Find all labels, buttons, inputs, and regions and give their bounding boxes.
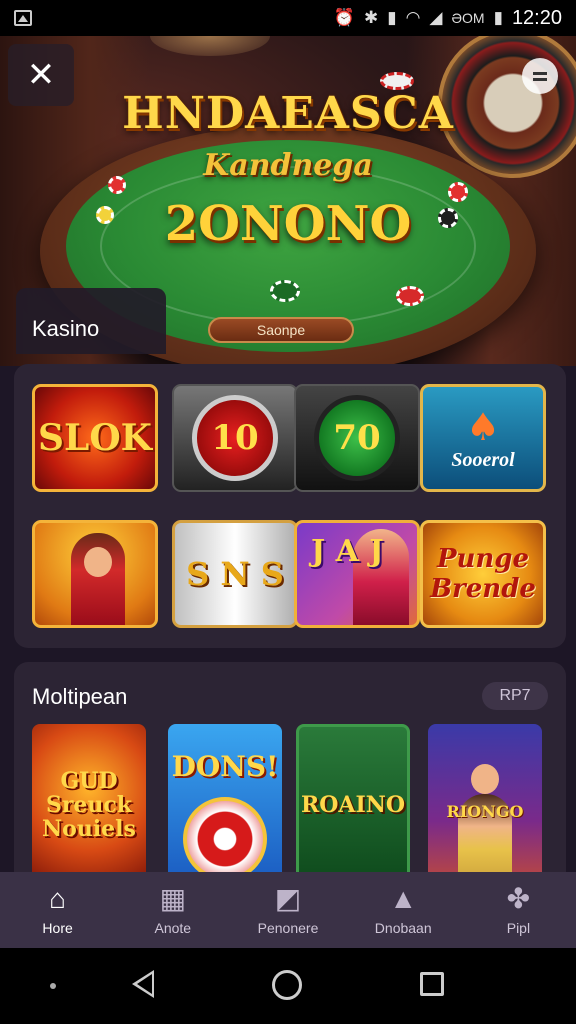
nav-label: Penonere xyxy=(257,920,319,936)
nav-item-anote[interactable]: ▦ Anote xyxy=(115,872,230,948)
cards-icon: ♠ xyxy=(465,404,501,449)
hostess-head xyxy=(84,547,112,577)
home-icon: ⌂ xyxy=(49,883,67,914)
multiplayer-section: Moltipean RP7 GUD Sreuck Nouiels DONS! R… xyxy=(14,662,566,886)
hostess-head xyxy=(471,764,499,794)
kasino-tab[interactable]: Kasino xyxy=(16,288,166,354)
people-icon: ✤ xyxy=(506,883,531,914)
game-tile-sns[interactable]: S N S xyxy=(172,520,298,628)
game-tile-slok[interactable]: SLOK xyxy=(32,384,158,492)
game-tile-label: 70 xyxy=(333,418,381,458)
game-tile-jaj[interactable]: J A J xyxy=(294,520,420,628)
bluetooth-icon: ✱ xyxy=(363,8,379,27)
nav-label: Pipl xyxy=(506,920,531,936)
menu-icon-bar xyxy=(533,77,547,81)
game-card-label: ROAINO xyxy=(300,792,406,818)
game-card-dons[interactable]: DONS! xyxy=(168,724,282,886)
nav-item-penonere[interactable]: ◩ Penonere xyxy=(230,872,345,948)
status-right: ⏰ ✱ ▮ ◠ ◢ ƏOM ▮ 12:20 xyxy=(334,7,562,30)
app-screen: ⏰ ✱ ▮ ◠ ◢ ƏOM ▮ 12:20 HNDAEASCA Kandnega… xyxy=(0,0,576,1024)
menu-button[interactable] xyxy=(522,58,558,94)
game-tile-label: Punge Brende xyxy=(430,544,536,604)
game-tile-label: Sooerol xyxy=(451,449,515,471)
game-tile-punge-brende[interactable]: Punge Brende xyxy=(420,520,546,628)
poker-chip xyxy=(396,286,424,306)
dot-icon xyxy=(50,983,56,989)
back-icon-inner xyxy=(137,974,152,994)
clock: 12:20 xyxy=(511,6,562,29)
wifi-icon: ◠ xyxy=(405,8,421,27)
signal-icon: ◢ xyxy=(429,8,443,27)
hero-title: HNDAEASCA xyxy=(122,88,454,139)
nav-item-pipl[interactable]: ✤ Pipl xyxy=(461,872,576,948)
image-edit-icon: ◩ xyxy=(274,883,302,914)
hero-pill-button[interactable]: Saonpe xyxy=(208,317,354,343)
game-tile-chip-10[interactable]: 10 xyxy=(172,384,298,492)
hero-subtitle: Kandnega xyxy=(203,148,373,183)
poker-chip xyxy=(270,280,300,302)
battery-icon: ▮ xyxy=(493,8,503,27)
game-card-label: RIONGO xyxy=(446,802,524,821)
menu-icon-bar xyxy=(533,71,547,75)
game-card-roaino[interactable]: ROAINO xyxy=(296,724,410,886)
casino-games-grid: SLOK 10 70 ♠ Sooerol S N S J A J Punge B… xyxy=(14,364,566,648)
section-title: Moltipean xyxy=(32,684,128,709)
hero-number: 2ONONO xyxy=(164,196,412,252)
nav-label: Dnobaan xyxy=(374,920,432,936)
game-tile-label: J A J xyxy=(311,534,384,569)
game-card-label: GUD Sreuck Nouiels xyxy=(42,768,136,842)
nav-item-home[interactable]: ⌂ Hore xyxy=(0,872,115,948)
home-button[interactable] xyxy=(272,970,302,1000)
game-tile-label: S N S xyxy=(186,555,284,593)
section-badge-button[interactable]: RP7 xyxy=(482,682,548,710)
hero-lamp-glow xyxy=(150,36,270,56)
game-card-label: DONS! xyxy=(171,750,279,783)
roulette-wheel-icon xyxy=(183,797,267,881)
image-icon xyxy=(14,10,32,26)
game-card-gud[interactable]: GUD Sreuck Nouiels xyxy=(32,724,146,886)
system-navigation-bar xyxy=(0,948,576,1024)
vibrate-icon: ▮ xyxy=(387,8,397,27)
status-left xyxy=(14,10,32,26)
game-tile-chip-70[interactable]: 70 xyxy=(294,384,420,492)
calendar-icon: ▦ xyxy=(159,883,187,914)
nav-item-dnobaan[interactable]: ▲ Dnobaan xyxy=(346,872,461,948)
game-tile-label: 10 xyxy=(211,418,259,458)
status-bar: ⏰ ✱ ▮ ◠ ◢ ƏOM ▮ 12:20 xyxy=(0,0,576,36)
game-tile-label: SLOK xyxy=(38,417,152,459)
close-button[interactable]: ✕ xyxy=(8,44,74,106)
close-icon: ✕ xyxy=(26,56,56,94)
nav-label: Anote xyxy=(154,920,192,936)
bottom-navigation: ⌂ Hore ▦ Anote ◩ Penonere ▲ Dnobaan ✤ Pi… xyxy=(0,872,576,948)
alarm-icon: ⏰ xyxy=(333,8,355,27)
bell-icon: ▲ xyxy=(389,883,418,914)
carrier-label: ƏOM xyxy=(451,10,485,26)
game-tile-hostess[interactable] xyxy=(32,520,158,628)
recent-apps-button[interactable] xyxy=(420,972,444,996)
nav-label: Hore xyxy=(42,920,73,936)
game-tile-sooerol[interactable]: ♠ Sooerol xyxy=(420,384,546,492)
game-card-riongo[interactable]: RIONGO xyxy=(428,724,542,886)
